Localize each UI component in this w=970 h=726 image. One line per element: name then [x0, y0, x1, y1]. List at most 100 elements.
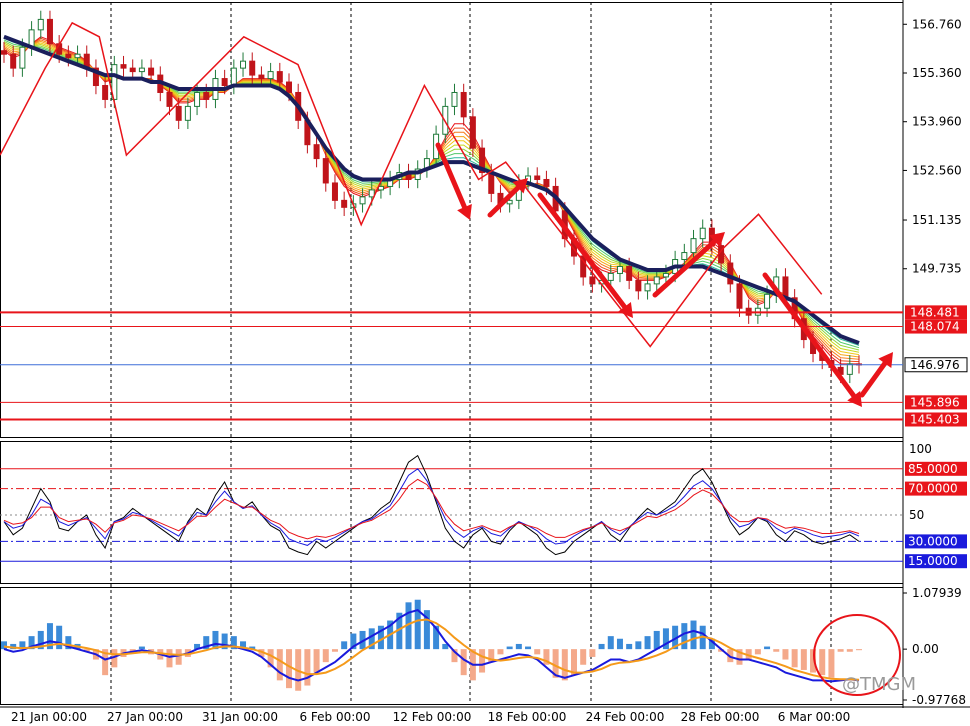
macd-histogram-bar — [497, 649, 504, 655]
macd-histogram-bar — [616, 638, 623, 650]
x-tick-label: 21 Jan 00:00 — [11, 710, 87, 724]
candle-body — [148, 67, 155, 76]
x-tick-label: 24 Feb 00:00 — [586, 710, 665, 724]
ema-ribbon-line — [3, 36, 859, 365]
ema-ribbon-line — [3, 42, 860, 356]
x-tick-label: 18 Feb 00:00 — [488, 710, 567, 724]
macd-histogram-bar — [341, 641, 348, 650]
macd-histogram-bar — [506, 646, 513, 650]
candle-body — [175, 105, 182, 121]
macd-tick-label: 0.00 — [912, 642, 939, 656]
rsi-top-label: 100 — [909, 442, 932, 456]
candle-body — [451, 91, 458, 107]
candle-body — [166, 91, 173, 107]
ema-ribbon-line — [3, 39, 860, 349]
macd-histogram-bar — [331, 649, 338, 652]
macd-histogram-bar — [690, 620, 697, 650]
macd-histogram-bar — [598, 643, 605, 650]
candle-body — [460, 91, 467, 118]
ema-ribbon-line — [3, 37, 860, 346]
candle-body — [635, 279, 642, 292]
ema-ribbon-line — [3, 42, 860, 353]
candle-body — [203, 91, 210, 100]
macd-histogram-bar — [607, 636, 614, 650]
candle-body — [74, 53, 81, 59]
candle-body — [469, 116, 476, 149]
price-tick-label: 153.960 — [912, 115, 962, 129]
candle-body — [681, 252, 688, 261]
ema-ribbon-line — [3, 40, 860, 351]
candle-body — [764, 293, 771, 309]
macd-histogram-bar — [479, 649, 486, 673]
x-tick-label: 27 Jan 00:00 — [107, 710, 183, 724]
current-price-label: 146.976 — [910, 358, 960, 372]
macd-histogram-bar — [304, 649, 311, 686]
candle-body — [258, 74, 265, 80]
rsi-mid-label: 50 — [909, 508, 924, 522]
rsi-level-label: 15.0000 — [908, 554, 958, 568]
candle-body — [249, 60, 256, 76]
trend-arrow — [652, 232, 725, 298]
macd-histogram-bar — [856, 649, 862, 651]
candle-body — [102, 85, 109, 100]
level-tag-label: 145.403 — [910, 412, 960, 426]
candle-body — [616, 265, 623, 274]
candle-body — [184, 105, 191, 121]
candle-body — [488, 172, 495, 194]
candle-body — [221, 78, 228, 87]
panel-frame-3 — [0, 587, 904, 705]
x-tick-label: 6 Feb 00:00 — [299, 710, 370, 724]
macd-histogram-bar — [322, 649, 329, 663]
macd-histogram-bar — [626, 643, 633, 650]
macd-histogram-bar — [276, 649, 283, 681]
macd-tick-label: -0.97768 — [912, 693, 966, 707]
candle-body — [341, 199, 348, 208]
candle-body — [276, 71, 283, 83]
candle-body — [543, 178, 550, 187]
macd-histogram-bar — [828, 649, 835, 678]
macd-histogram-bar — [1, 641, 7, 650]
macd-histogram-bar — [166, 649, 173, 668]
candle-body — [662, 272, 669, 278]
macd-histogram-bar — [635, 641, 642, 650]
macd-histogram-bar — [819, 649, 826, 676]
candle-body — [690, 238, 697, 254]
price-tick-label: 155.360 — [912, 66, 962, 80]
candle-body — [607, 272, 614, 281]
trend-arrow — [435, 142, 472, 220]
candle-body — [267, 71, 274, 80]
candle-body — [65, 53, 72, 59]
macd-histogram-bar — [653, 630, 660, 650]
price-tick-label: 152.560 — [912, 163, 962, 177]
macd-histogram-bar — [515, 643, 522, 650]
macd-histogram-bar — [580, 649, 587, 665]
level-tag-label: 145.896 — [910, 395, 960, 409]
macd-histogram-bar — [837, 649, 844, 652]
ema-slow-line — [3, 34, 860, 345]
x-tick-label: 6 Mar 00:00 — [778, 710, 851, 724]
chart-canvas: 21 Jan 00:00 27 Jan 00:00 31 Jan 00:00 6 Fe… — [0, 0, 970, 724]
panel-frame-2 — [0, 441, 904, 584]
macd-histogram-bar — [286, 649, 292, 689]
macd-histogram-bar — [754, 649, 761, 655]
price-tick-label: 151.135 — [912, 213, 962, 227]
macd-histogram-bar — [764, 646, 771, 650]
candle-body — [644, 283, 651, 292]
candle-body — [37, 18, 44, 31]
macd-histogram-bar — [525, 646, 532, 650]
macd-histogram-bar — [460, 649, 467, 676]
macd-tick-label: 1.07939 — [912, 586, 962, 600]
macd-histogram-bar — [773, 649, 780, 652]
candle-body — [1, 50, 7, 55]
candle-body — [10, 53, 17, 69]
macd-histogram-bar — [175, 649, 182, 665]
candle-body — [782, 276, 789, 299]
panel-frame-1 — [0, 2, 904, 438]
ema-ribbon-line — [3, 36, 860, 344]
price-tick-label: 156.760 — [912, 17, 962, 31]
rsi-series-line — [3, 454, 860, 556]
macd-histogram-bar — [138, 646, 145, 650]
candle-body — [322, 158, 329, 184]
candle-body — [736, 283, 743, 309]
candle-body — [534, 175, 541, 180]
